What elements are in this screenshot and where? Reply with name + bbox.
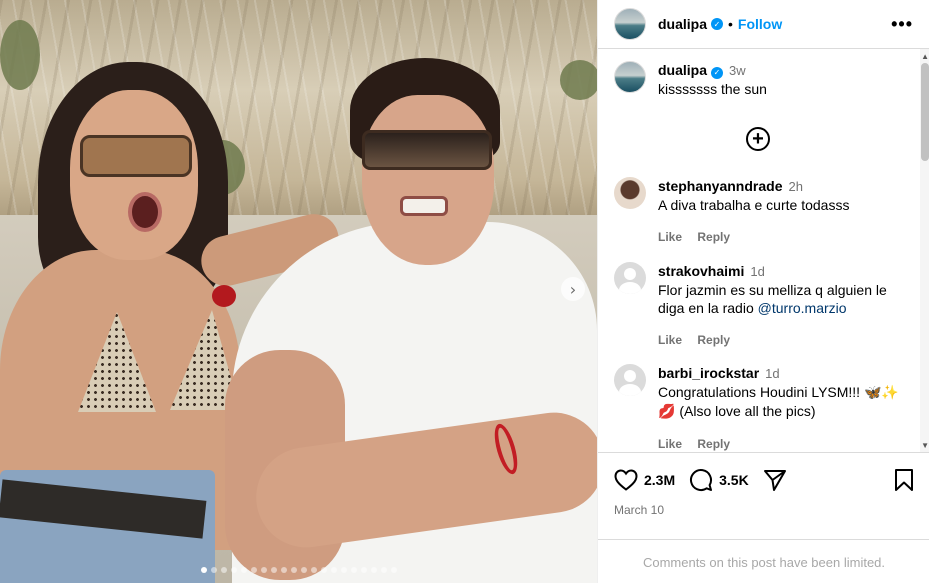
comment-time[interactable]: 2h <box>788 179 802 194</box>
plus-circle-icon[interactable]: + <box>746 127 770 151</box>
comment-count[interactable]: 3.5K <box>719 472 749 488</box>
comment-reply-button[interactable]: Reply <box>697 230 730 244</box>
commenter-avatar[interactable] <box>614 177 646 209</box>
author-avatar[interactable] <box>614 8 646 40</box>
comment-time[interactable]: 1d <box>750 264 764 279</box>
comments-section[interactable]: dualipa ✓ 3w kisssssss the sun + stephanya… <box>598 49 929 452</box>
carousel-dot <box>360 567 367 573</box>
comment-item: strakovhaimi 1d Flor jazmin es su melliza… <box>614 262 904 347</box>
bookmark-icon[interactable] <box>894 469 914 491</box>
comments-scrollbar[interactable]: ▲ ▼ <box>920 49 929 452</box>
carousel-dot <box>200 567 207 573</box>
carousel-dot <box>350 567 357 573</box>
carousel-dot <box>260 567 267 573</box>
post-date[interactable]: March 10 <box>598 493 929 517</box>
post-header: dualipa ✓ • Follow ••• <box>598 0 929 49</box>
comment-item: stephanyanndrade 2h A diva trabalha e cur… <box>614 177 904 244</box>
carousel-dot <box>330 567 337 573</box>
comment-text: A diva trabalha e curte todasss <box>658 197 850 213</box>
comment-stat[interactable]: 3.5K <box>689 468 749 492</box>
photo-rose <box>212 285 236 307</box>
share-icon[interactable] <box>763 468 787 492</box>
comment-username[interactable]: barbi_irockstar <box>658 365 759 381</box>
carousel-dot <box>280 567 287 573</box>
carousel-dot <box>370 567 377 573</box>
carousel-dot <box>390 567 397 573</box>
comment-text-continued: (Also love all the pics) <box>675 403 816 419</box>
post-photo[interactable]: › <box>0 0 597 583</box>
scroll-up-arrow-icon[interactable]: ▲ <box>921 52 929 61</box>
verified-badge-icon: ✓ <box>711 67 724 79</box>
photo-woman-mouth <box>128 192 162 232</box>
more-options-icon[interactable]: ••• <box>891 14 913 35</box>
verified-badge-icon: ✓ <box>711 18 724 30</box>
photo-bush <box>0 20 40 90</box>
carousel-dot <box>250 567 257 573</box>
commenter-avatar[interactable] <box>614 364 646 396</box>
carousel-dot <box>210 567 217 573</box>
comment-username[interactable]: stephanyanndrade <box>658 178 782 194</box>
follow-button[interactable]: Follow <box>738 16 782 32</box>
chevron-right-icon: › <box>569 279 577 299</box>
carousel-next-button[interactable]: › <box>561 277 585 301</box>
scrollbar-thumb[interactable] <box>921 63 929 161</box>
lips-emoji: 💋 <box>658 404 676 420</box>
comment-reply-button[interactable]: Reply <box>697 437 730 451</box>
like-count[interactable]: 2.3M <box>644 472 675 488</box>
carousel-dots <box>0 567 597 573</box>
carousel-dot <box>300 567 307 573</box>
carousel-dot <box>230 567 237 573</box>
header-separator: • <box>728 16 733 32</box>
comment-reply-button[interactable]: Reply <box>697 333 730 347</box>
like-stat[interactable]: 2.3M <box>614 469 675 491</box>
caption-text: kisssssss the sun <box>658 81 767 97</box>
scroll-down-arrow-icon[interactable]: ▼ <box>921 441 929 450</box>
photo-man-face <box>362 95 494 265</box>
post-caption: dualipa ✓ 3w kisssssss the sun <box>614 61 767 98</box>
caption-time[interactable]: 3w <box>729 63 746 78</box>
carousel-dot <box>220 567 227 573</box>
caption-avatar[interactable] <box>614 61 646 93</box>
comment-like-button[interactable]: Like <box>658 333 682 347</box>
post-side-panel: dualipa ✓ • Follow ••• dualipa ✓ 3w kissss… <box>597 0 929 583</box>
carousel-dot <box>290 567 297 573</box>
carousel-dot <box>310 567 317 573</box>
post-footer: 2.3M 3.5K March 10 Comments on this post… <box>598 452 929 570</box>
comment-username[interactable]: strakovhaimi <box>658 263 744 279</box>
comment-like-button[interactable]: Like <box>658 230 682 244</box>
carousel-dot <box>320 567 327 573</box>
carousel-dot <box>270 567 277 573</box>
comment-item: barbi_irockstar 1d Congratulations Houdin… <box>614 364 904 451</box>
comments-limited-notice: Comments on this post have been limited. <box>598 539 929 583</box>
comment-like-button[interactable]: Like <box>658 437 682 451</box>
heart-icon[interactable] <box>614 469 638 491</box>
photo-bush <box>560 60 597 100</box>
carousel-dot <box>380 567 387 573</box>
photo-man-sunglasses <box>362 130 492 170</box>
caption-username[interactable]: dualipa <box>658 62 707 78</box>
comment-time[interactable]: 1d <box>765 366 779 381</box>
comment-text: Congratulations Houdini LYSM!!! <box>658 384 864 400</box>
author-username[interactable]: dualipa <box>658 16 707 32</box>
commenter-avatar[interactable] <box>614 262 646 294</box>
carousel-dot <box>340 567 347 573</box>
comment-mention-link[interactable]: @turro.marzio <box>758 300 847 316</box>
carousel-dot <box>240 567 247 573</box>
photo-man-teeth <box>400 196 448 216</box>
butterfly-sparkles-emoji: 🦋✨ <box>863 385 899 401</box>
comment-bubble-icon[interactable] <box>689 468 713 492</box>
photo-woman-sunglasses <box>80 135 192 177</box>
